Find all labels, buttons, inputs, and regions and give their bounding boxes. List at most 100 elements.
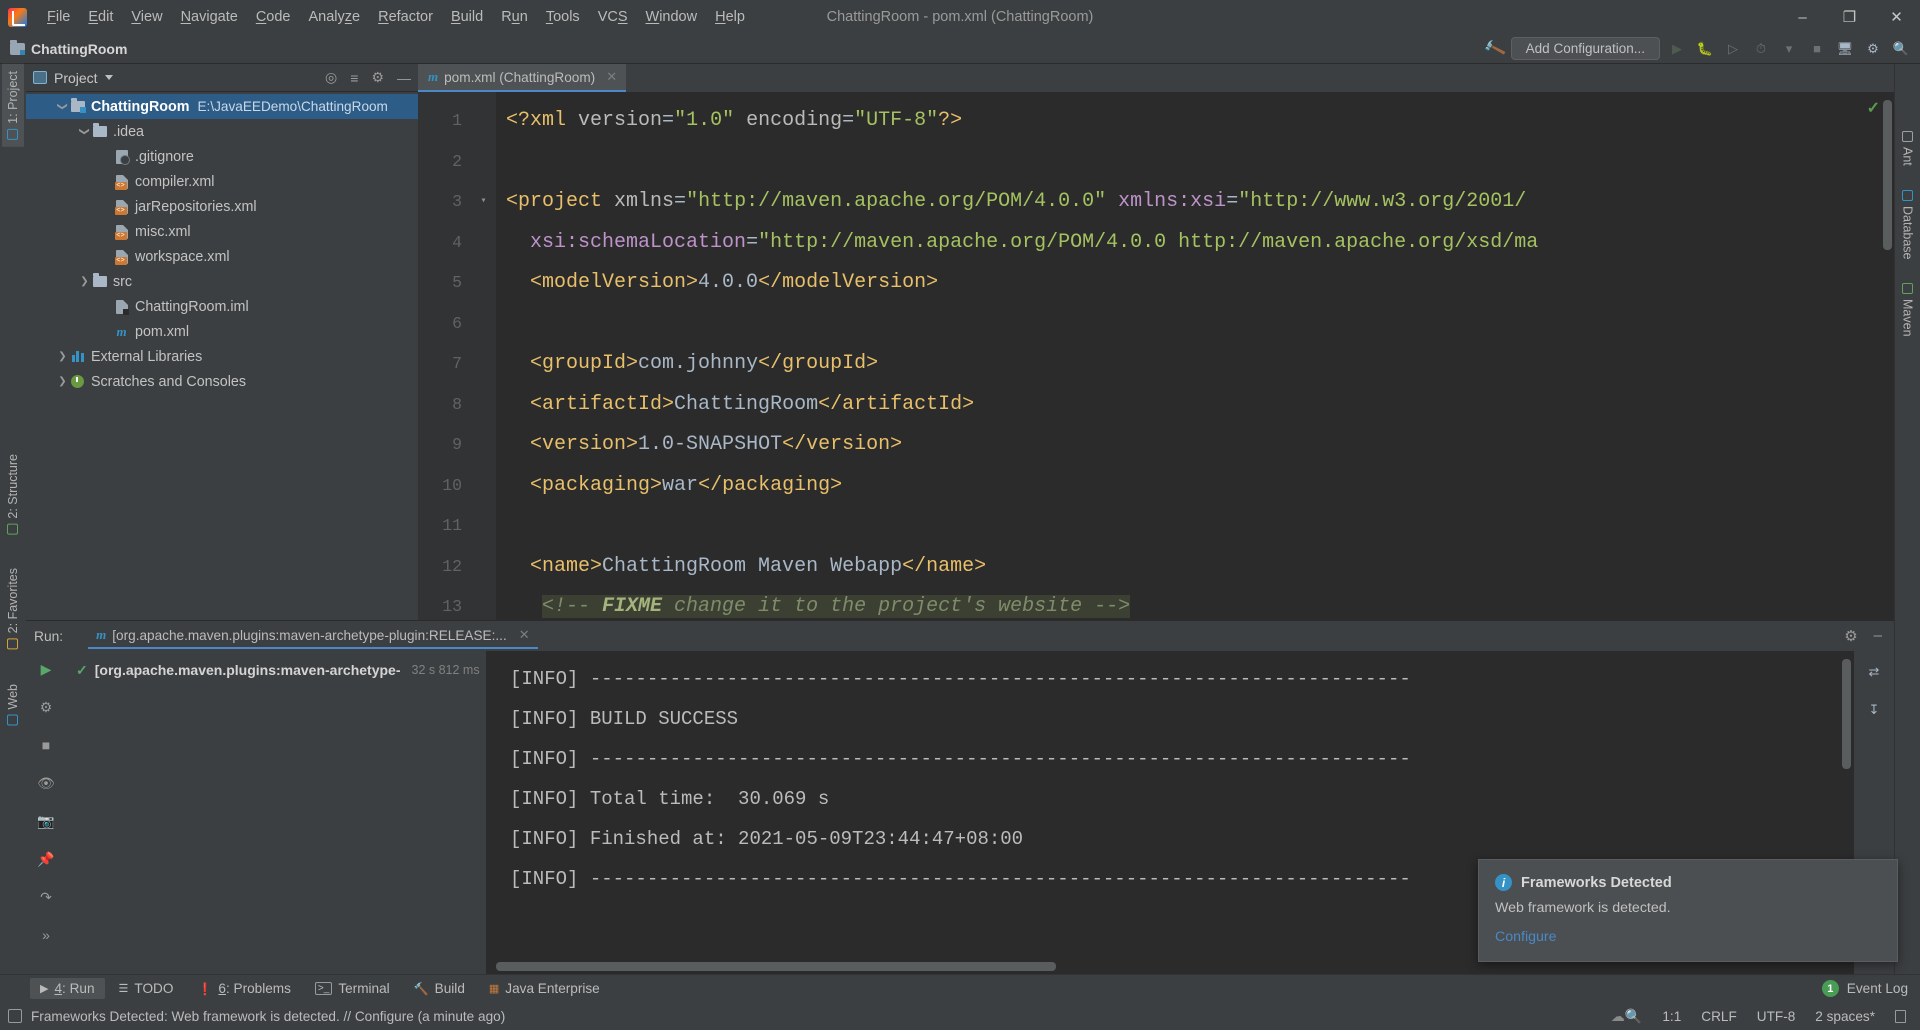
xml-file-icon: [113, 224, 130, 240]
sidebar-item-structure[interactable]: 2: Structure: [2, 447, 24, 542]
chevron-down-icon[interactable]: [104, 75, 113, 80]
sidebar-item-favorites[interactable]: 2: Favorites: [2, 561, 24, 656]
profiler-icon[interactable]: ⏱: [1750, 38, 1772, 60]
tool-button-run[interactable]: ▶ 4: Run: [30, 978, 105, 999]
tool-button-todo[interactable]: ☰ TODO: [109, 978, 184, 999]
line-separator[interactable]: CRLF: [1701, 1009, 1737, 1024]
close-icon[interactable]: ✕: [606, 69, 617, 85]
collapse-all-icon[interactable]: ≡: [350, 70, 358, 86]
rerun-icon[interactable]: ▶: [36, 659, 56, 679]
menu-vcs[interactable]: VCS: [589, 6, 637, 28]
status-message[interactable]: Frameworks Detected: Web framework is de…: [31, 1009, 505, 1024]
tool-button-problems[interactable]: ❗ 6: Problems: [187, 978, 300, 999]
locate-icon[interactable]: ◎: [325, 69, 337, 86]
menu-help[interactable]: Help: [706, 6, 754, 28]
profiler-dropdown-icon[interactable]: ▾: [1778, 38, 1800, 60]
menu-file[interactable]: File: [38, 6, 79, 28]
menu-code[interactable]: Code: [247, 6, 300, 28]
stop-icon[interactable]: ■: [1806, 38, 1828, 60]
tree-node-idea[interactable]: .idea: [26, 119, 418, 144]
tree-node-src[interactable]: src: [26, 269, 418, 294]
close-icon[interactable]: ✕: [519, 627, 530, 643]
sidebar-item-ant[interactable]: Ant: [1897, 124, 1919, 173]
tree-node-chattingroom[interactable]: ChattingRoom E:\JavaEEDemo\ChattingRoom: [26, 94, 418, 119]
gear-icon[interactable]: ⚙: [1844, 627, 1857, 645]
tool-button-java-enterprise[interactable]: ▦ Java Enterprise: [479, 978, 610, 999]
tree-node-chattingroom-iml[interactable]: ChattingRoom.iml: [26, 294, 418, 319]
run-icon[interactable]: ▶: [1666, 38, 1688, 60]
hide-icon[interactable]: –: [1874, 627, 1882, 645]
tree-node-workspace-xml[interactable]: workspace.xml: [26, 244, 418, 269]
tool-button-build[interactable]: 🔨 Build: [404, 978, 475, 999]
close-button[interactable]: ✕: [1873, 0, 1920, 34]
menu-edit[interactable]: Edit: [79, 6, 122, 28]
soft-wrap-icon[interactable]: ⇄: [1863, 661, 1885, 683]
lock-icon[interactable]: [1895, 1009, 1906, 1023]
editor-tab-pom-xml[interactable]: m pom.xml (ChattingRoom) ✕: [418, 64, 627, 92]
export-icon[interactable]: ↷: [36, 887, 56, 907]
menu-build[interactable]: Build: [442, 6, 492, 28]
chevron-down-icon[interactable]: [56, 101, 69, 112]
run-with-coverage-icon[interactable]: ▷: [1722, 38, 1744, 60]
search-everywhere-icon[interactable]: 🖥: [1834, 38, 1856, 60]
sidebar-item-maven[interactable]: Maven: [1897, 276, 1919, 344]
pin-icon[interactable]: 📌: [36, 849, 56, 869]
search-icon[interactable]: 🔍: [1890, 38, 1912, 60]
debug-icon[interactable]: 🐛: [1694, 38, 1716, 60]
settings-icon[interactable]: ⚙: [1862, 38, 1884, 60]
chevron-right-icon[interactable]: [56, 376, 69, 387]
indent-setting[interactable]: 2 spaces*: [1815, 1009, 1875, 1024]
tool-button-terminal[interactable]: >_ Terminal: [305, 978, 400, 999]
code-content[interactable]: <?xml version="1.0" encoding="UTF-8"?> <…: [496, 92, 1894, 620]
menu-refactor[interactable]: Refactor: [369, 6, 442, 28]
editor-scrollbar[interactable]: [1883, 100, 1892, 250]
run-task-row[interactable]: ✓ [org.apache.maven.plugins:maven-archet…: [66, 657, 486, 683]
chevron-down-icon[interactable]: [78, 126, 91, 137]
menu-run[interactable]: Run: [492, 6, 537, 28]
maximize-button[interactable]: ❐: [1826, 0, 1873, 34]
hammer-build-icon[interactable]: 🔨: [1482, 36, 1508, 62]
camera-icon[interactable]: 📷: [36, 811, 56, 831]
menu-analyze[interactable]: Analyze: [300, 6, 370, 28]
more-icon[interactable]: »: [36, 925, 56, 945]
tree-node-gitignore[interactable]: .gitignore: [26, 144, 418, 169]
configure-link[interactable]: Configure: [1495, 929, 1879, 945]
tree-node-jarrepositories-xml[interactable]: jarRepositories.xml: [26, 194, 418, 219]
stop-icon[interactable]: ■: [36, 735, 56, 755]
console-horizontal-scrollbar[interactable]: [496, 962, 1056, 971]
menu-navigate[interactable]: Navigate: [172, 6, 247, 28]
run-task-tree[interactable]: ✓ [org.apache.maven.plugins:maven-archet…: [66, 651, 486, 974]
tree-node-scratches-and-consoles[interactable]: Scratches and Consoles: [26, 369, 418, 394]
sidebar-item-database[interactable]: Database: [1897, 183, 1919, 267]
code-fold-icon[interactable]: ▾: [477, 195, 490, 208]
tree-node-pom-xml[interactable]: m pom.xml: [26, 319, 418, 344]
minimize-button[interactable]: –: [1779, 0, 1826, 34]
chevron-right-icon[interactable]: [78, 276, 91, 287]
event-log-area[interactable]: 1 Event Log: [1821, 980, 1920, 997]
settings-icon[interactable]: ⚙: [371, 69, 384, 86]
hide-icon[interactable]: —: [397, 70, 411, 86]
tree-node-external-libraries[interactable]: External Libraries: [26, 344, 418, 369]
toggle-tasks-icon[interactable]: ⚙: [36, 697, 56, 717]
sidebar-item-project[interactable]: 1: Project: [2, 64, 24, 147]
chevron-right-icon[interactable]: [56, 351, 69, 362]
encoding[interactable]: UTF-8: [1757, 1009, 1796, 1024]
caret-position[interactable]: 1:1: [1662, 1009, 1681, 1024]
sidebar-item-web[interactable]: Web: [2, 677, 24, 732]
tree-node-compiler-xml[interactable]: compiler.xml: [26, 169, 418, 194]
editor-gutter[interactable]: 1 2 3 ▾ 4 5 6 7 8 9 10 11 12 13: [418, 92, 496, 620]
breadcrumb[interactable]: ChattingRoom: [10, 39, 127, 57]
database-icon[interactable]: ☁🔍: [1611, 1008, 1642, 1025]
tree-node-misc-xml[interactable]: misc.xml: [26, 219, 418, 244]
console-scrollbar[interactable]: [1842, 659, 1851, 769]
inspection-status-icon[interactable]: ✓: [1867, 98, 1880, 118]
run-session-tab[interactable]: m [org.apache.maven.plugins:maven-archet…: [88, 623, 538, 649]
menu-tools[interactable]: Tools: [537, 6, 589, 28]
eye-icon[interactable]: 👁: [36, 773, 56, 793]
notification-history-icon[interactable]: [8, 1009, 22, 1023]
add-configuration-button[interactable]: Add Configuration...: [1510, 37, 1660, 60]
menu-window[interactable]: Window: [637, 6, 707, 28]
project-tree[interactable]: ChattingRoom E:\JavaEEDemo\ChattingRoom …: [26, 92, 418, 620]
scroll-to-end-icon[interactable]: ↧: [1863, 699, 1885, 721]
menu-view[interactable]: View: [122, 6, 171, 28]
